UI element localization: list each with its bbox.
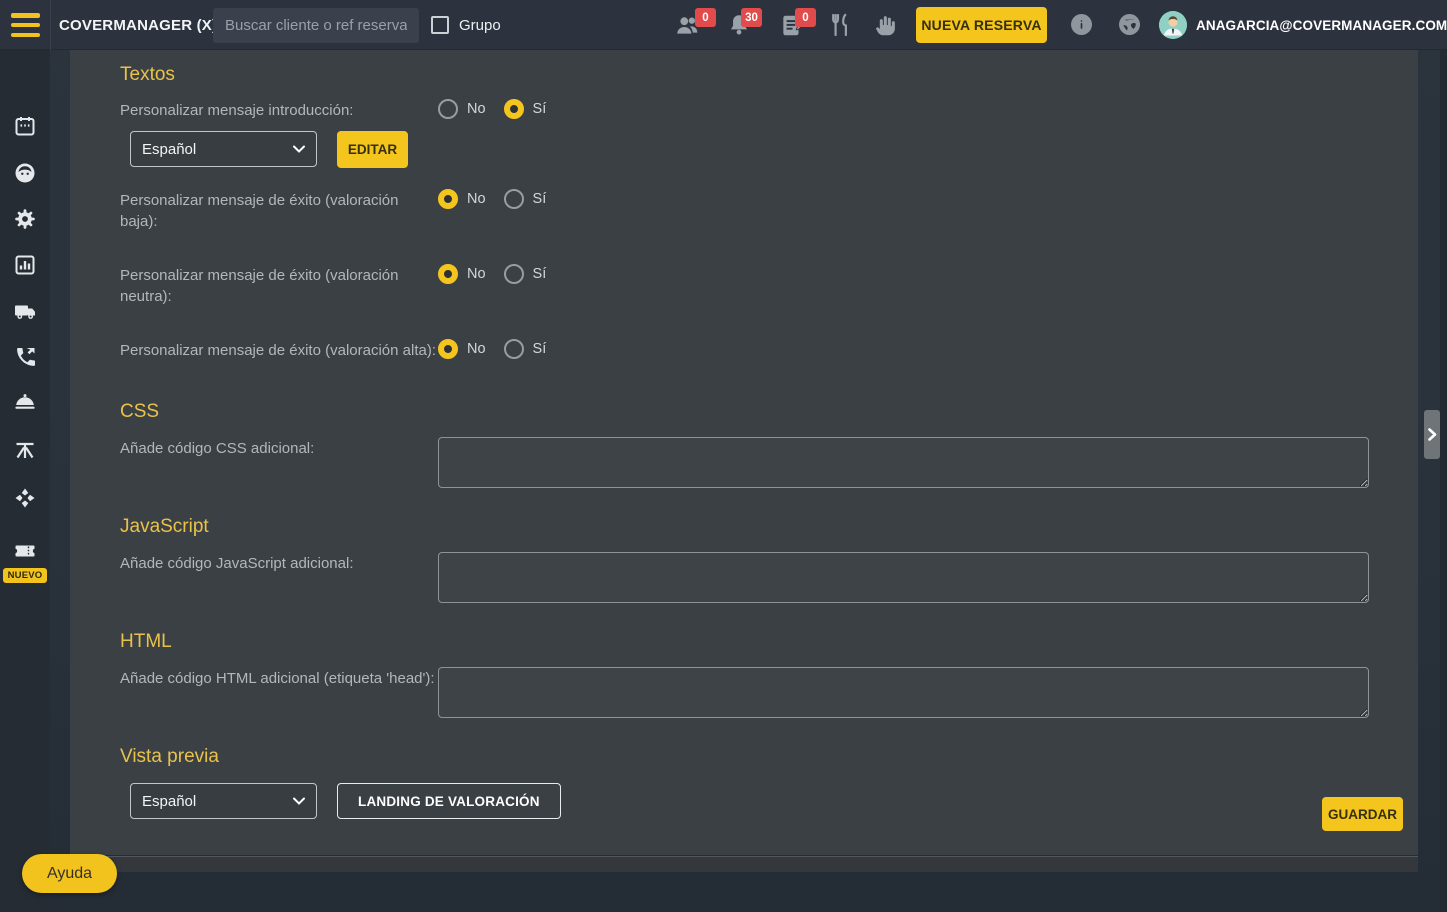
intro-language-row: Español EDITAR — [130, 130, 1369, 168]
field-label: Añade código JavaScript adicional: — [120, 555, 354, 572]
radio-si-label[interactable]: Sí — [533, 101, 547, 117]
field-html: Añade código HTML adicional (etiqueta 'h… — [120, 667, 1369, 718]
sidebar-item-calendar-icon[interactable] — [13, 114, 37, 138]
restaurant-switcher[interactable]: COVERMANAGER (X) — [59, 0, 235, 50]
clients-badge: 0 — [695, 8, 716, 27]
vista-previa-title: Vista previa — [120, 746, 219, 767]
field-exito-neutra: Personalizar mensaje de éxito (valoració… — [120, 263, 1369, 316]
radio-no-label[interactable]: No — [467, 101, 486, 117]
landing-valoracion-button[interactable]: LANDING DE VALORACIÓN — [337, 783, 561, 819]
field-label: Personalizar mensaje de éxito (valoració… — [120, 266, 399, 306]
help-button[interactable]: Ayuda — [22, 854, 118, 893]
account-email: ANAGARCIA@COVERMANAGER.COM — [1196, 17, 1447, 33]
radio-no[interactable] — [438, 99, 458, 119]
javascript-title: JavaScript — [120, 516, 209, 537]
radio-si-label[interactable]: Sí — [533, 191, 547, 207]
field-label: Añade código CSS adicional: — [120, 440, 315, 457]
radio-no[interactable] — [438, 263, 458, 284]
sidebar-item-integrations-icon[interactable] — [13, 486, 37, 510]
account-menu[interactable]: ANAGARCIA@COVERMANAGER.COM — [1196, 0, 1447, 50]
chevron-down-icon — [293, 145, 305, 153]
settings-panel: Textos Personalizar mensaje introducción… — [70, 50, 1418, 855]
radio-si[interactable] — [503, 188, 524, 209]
chevron-down-icon — [293, 797, 305, 805]
textos-title: Textos — [120, 64, 175, 85]
field-label: Personalizar mensaje de éxito (valoració… — [120, 341, 436, 359]
chevron-right-icon — [1427, 428, 1436, 441]
sidebar-item-customer-face-icon[interactable] — [13, 161, 37, 185]
selected-language: Español — [142, 792, 197, 810]
nuevo-badge: NUEVO — [3, 568, 47, 583]
radio-si-label[interactable]: Sí — [533, 266, 547, 282]
radio-no[interactable] — [438, 338, 458, 359]
divider — [50, 0, 51, 50]
panel-footer — [70, 856, 1418, 872]
selected-language: Español — [142, 140, 197, 158]
field-css: Añade código CSS adicional: — [120, 437, 1369, 488]
new-reservation-button[interactable]: NUEVA RESERVA — [916, 7, 1047, 43]
grupo-checkbox[interactable] — [431, 16, 449, 34]
sidebar-item-table-icon[interactable] — [13, 437, 37, 461]
field-label: Añade código HTML adicional (etiqueta 'h… — [120, 670, 435, 687]
grupo-label: Grupo — [459, 16, 501, 34]
radio-no[interactable] — [438, 188, 458, 209]
sidebar-item-cloche-icon[interactable] — [13, 391, 37, 415]
reservations-badge: 0 — [795, 8, 816, 27]
radio-no-label[interactable]: No — [467, 266, 486, 282]
css-code-textarea[interactable] — [438, 437, 1369, 488]
edit-button[interactable]: EDITAR — [337, 130, 408, 168]
language-globe-icon[interactable] — [1119, 14, 1140, 35]
radio-group-intro: No Sí — [438, 99, 546, 119]
radio-no-label[interactable]: No — [467, 341, 486, 357]
field-exito-baja: Personalizar mensaje de éxito (valoració… — [120, 188, 1369, 241]
html-title: HTML — [120, 631, 172, 652]
expand-panel-toggle[interactable] — [1424, 410, 1440, 459]
radio-si[interactable] — [503, 99, 524, 119]
sidebar-item-ticket-icon[interactable] — [13, 539, 37, 563]
sidebar-item-phone-call-icon[interactable] — [13, 345, 37, 369]
save-button[interactable]: GUARDAR — [1322, 797, 1403, 831]
field-exito-alta: Personalizar mensaje de éxito (valoració… — [120, 338, 1369, 362]
sidebar-item-settings-gear-icon[interactable] — [13, 207, 37, 231]
vista-previa-row: Español LANDING DE VALORACIÓN — [130, 783, 1369, 819]
radio-si[interactable] — [503, 263, 524, 284]
info-icon[interactable] — [1071, 14, 1092, 35]
sidebar-item-reports-chart-icon[interactable] — [13, 253, 37, 277]
avatar[interactable] — [1159, 11, 1187, 39]
javascript-code-textarea[interactable] — [438, 552, 1369, 603]
radio-no-label[interactable]: No — [467, 191, 486, 207]
intro-language-select[interactable]: Español — [130, 131, 317, 167]
sidebar: NUEVO — [0, 50, 50, 912]
field-javascript: Añade código JavaScript adicional: — [120, 552, 1369, 603]
brand-label: COVERMANAGER (X) — [59, 16, 218, 34]
search-input[interactable] — [213, 8, 419, 43]
field-label: Personalizar mensaje de éxito (valoració… — [120, 191, 399, 231]
css-title: CSS — [120, 401, 160, 422]
topbar: COVERMANAGER (X) Grupo 0 30 0 NUEVA RESE… — [0, 0, 1447, 50]
field-label: Personalizar mensaje introducción: — [120, 102, 354, 119]
radio-si-label[interactable]: Sí — [533, 341, 547, 357]
restaurant-icon[interactable] — [828, 12, 854, 38]
touch-hand-icon[interactable] — [872, 12, 898, 38]
notifications-badge: 30 — [741, 8, 762, 27]
field-intro-message: Personalizar mensaje introducción: No Sí — [120, 99, 1369, 122]
scrollbar-track[interactable] — [1440, 50, 1447, 912]
html-code-textarea[interactable] — [438, 667, 1369, 718]
menu-icon[interactable] — [11, 13, 40, 37]
preview-language-select[interactable]: Español — [130, 783, 317, 819]
radio-si[interactable] — [503, 338, 524, 359]
sidebar-item-delivery-truck-icon[interactable] — [13, 299, 37, 323]
